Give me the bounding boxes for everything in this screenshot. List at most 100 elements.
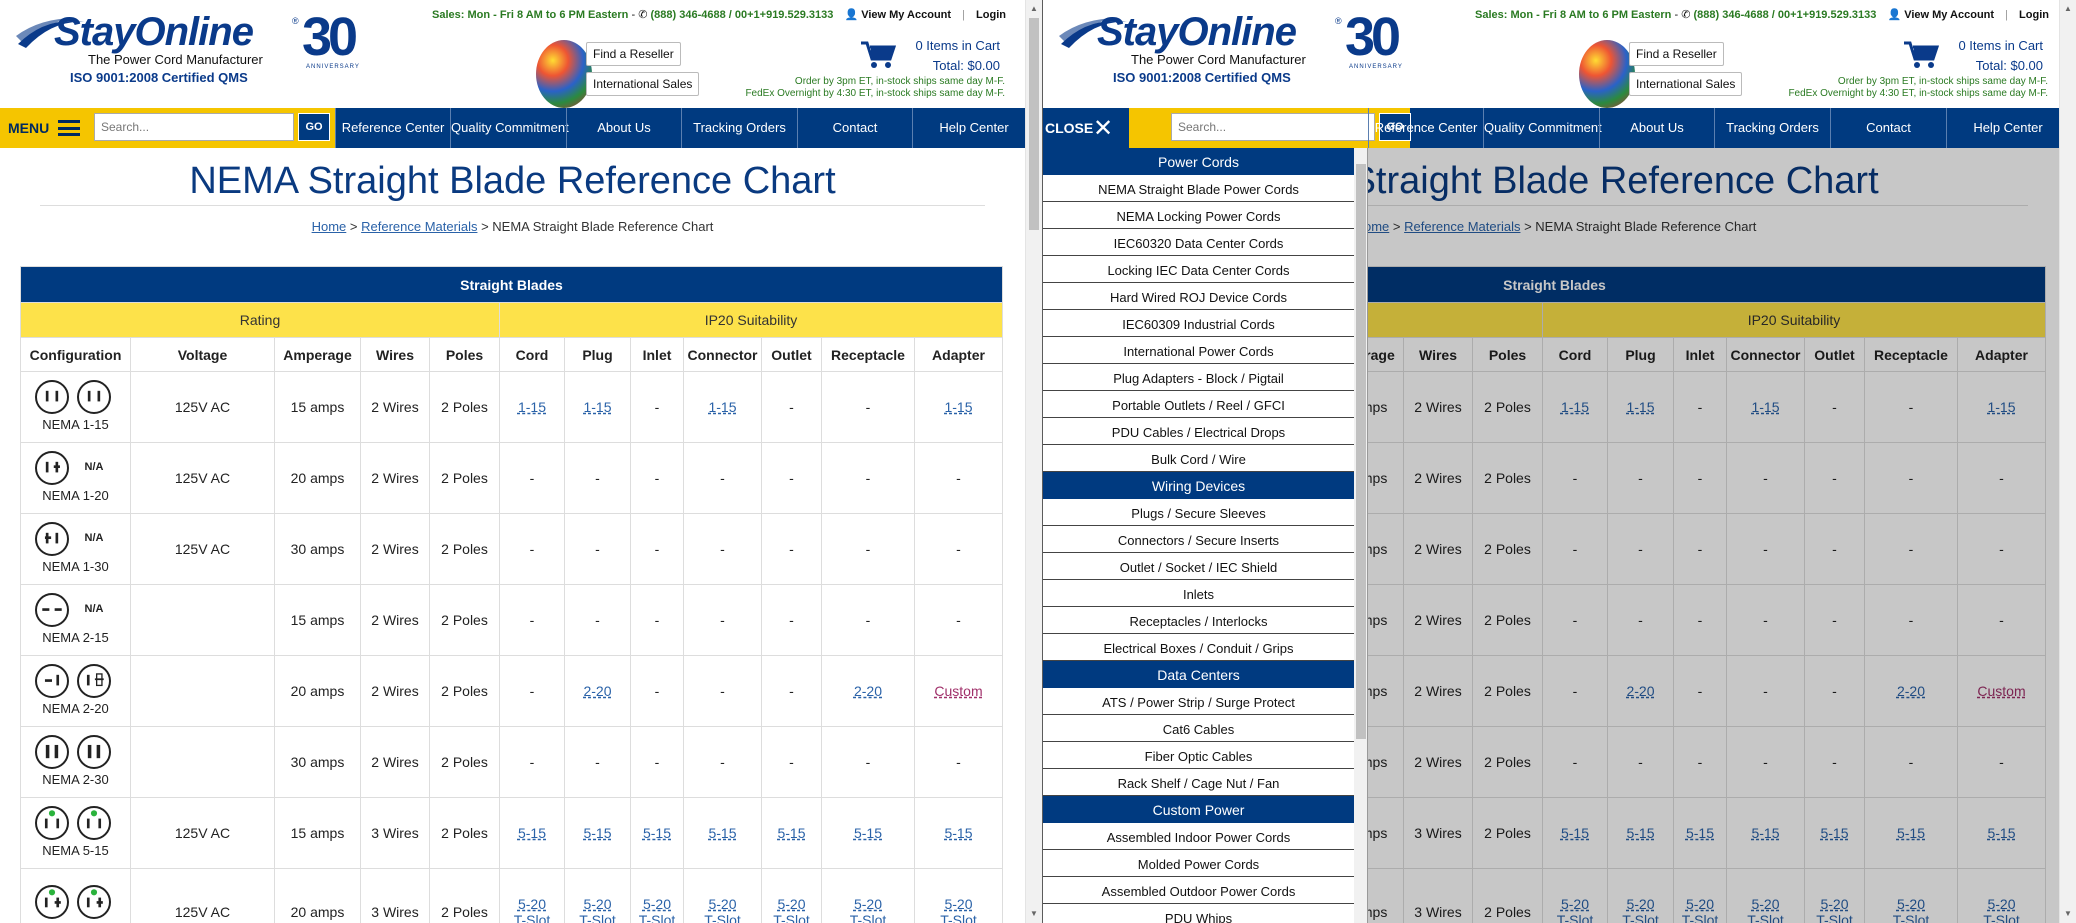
drawer-scrollbar-thumb[interactable]: [1356, 164, 1366, 739]
search-input[interactable]: Search...: [1171, 113, 1375, 141]
adapter-link[interactable]: Custom: [934, 683, 982, 699]
find-reseller-button[interactable]: Find a Reseller: [1629, 42, 1724, 66]
breadcrumb-home[interactable]: Home: [312, 219, 347, 234]
adapter-cell[interactable]: 1-15: [913, 371, 1004, 443]
tslot-link[interactable]: T-Slot: [579, 912, 616, 923]
drawer-menu-item[interactable]: International Power Cords: [1043, 337, 1354, 364]
drawer-menu-item[interactable]: NEMA Locking Power Cords: [1043, 202, 1354, 229]
phone-number[interactable]: (888) 346-4688 / 00+1+919.529.3133: [650, 9, 833, 21]
drawer-menu-item[interactable]: Connectors / Secure Inserts: [1043, 526, 1354, 553]
find-reseller-button[interactable]: Find a Reseller: [586, 42, 681, 66]
scroll-up-arrow[interactable]: ▲: [2064, 4, 2072, 14]
drawer-menu-item[interactable]: Locking IEC Data Center Cords: [1043, 256, 1354, 283]
drawer-section-header[interactable]: Power Cords: [1043, 148, 1354, 175]
plug-link[interactable]: 5-15: [583, 825, 611, 841]
cart-summary[interactable]: 0 Items in Cart Total: $0.00: [1958, 36, 2043, 76]
plug-cell[interactable]: 2-20: [564, 655, 631, 727]
nav-link-quality-commitment[interactable]: Quality Commitment: [450, 108, 569, 148]
inlet-cell[interactable]: 5-15: [630, 797, 684, 869]
nav-link-contact[interactable]: Contact: [1830, 108, 1946, 148]
scroll-down-arrow[interactable]: ▼: [1030, 909, 1038, 919]
outlet-cell[interactable]: 5-15: [761, 797, 822, 869]
inlet-link[interactable]: 5-15: [643, 825, 671, 841]
cord-link[interactable]: 1-15: [518, 399, 546, 415]
nav-link-contact[interactable]: Contact: [797, 108, 912, 148]
adapter-link[interactable]: 5-20: [944, 896, 972, 912]
cord-link[interactable]: 5-15: [518, 825, 546, 841]
phone-number[interactable]: (888) 346-4688 / 00+1+919.529.3133: [1693, 9, 1876, 21]
nav-link-help-center[interactable]: Help Center: [912, 108, 1025, 148]
drawer-section-header[interactable]: Wiring Devices: [1043, 472, 1354, 499]
drawer-scrollbar[interactable]: [1354, 148, 1367, 923]
nav-link-tracking-orders[interactable]: Tracking Orders: [681, 108, 797, 148]
login-link[interactable]: Login: [2019, 9, 2049, 21]
adapter-link[interactable]: 5-15: [944, 825, 972, 841]
cart-summary[interactable]: 0 Items in Cart Total: $0.00: [915, 36, 1000, 76]
tslot-link[interactable]: T-Slot: [704, 912, 741, 923]
international-sales-button[interactable]: International Sales: [586, 72, 700, 96]
nav-link-help-center[interactable]: Help Center: [1946, 108, 2068, 148]
cart-icon[interactable]: [1903, 40, 1939, 70]
nav-link-reference-center[interactable]: Reference Center: [335, 108, 450, 148]
page-scrollbar[interactable]: ▲ ▼: [1025, 0, 1042, 923]
drawer-menu-item[interactable]: ATS / Power Strip / Surge Protect: [1043, 688, 1354, 715]
receptacle-link[interactable]: 5-20: [854, 896, 882, 912]
plug-link[interactable]: 1-15: [583, 399, 611, 415]
adapter-cell[interactable]: 5-15: [913, 797, 1004, 869]
tslot-link[interactable]: T-Slot: [514, 912, 551, 923]
scrollbar-thumb[interactable]: [1029, 18, 1039, 230]
drawer-menu-item[interactable]: Inlets: [1043, 580, 1354, 607]
nav-link-quality-commitment[interactable]: Quality Commitment: [1483, 108, 1602, 148]
drawer-menu-item[interactable]: Bulk Cord / Wire: [1043, 445, 1354, 472]
drawer-section-header[interactable]: Data Centers: [1043, 661, 1354, 688]
tslot-link[interactable]: T-Slot: [850, 912, 887, 923]
drawer-menu-item[interactable]: NEMA Straight Blade Power Cords: [1043, 175, 1354, 202]
drawer-menu-item[interactable]: Assembled Outdoor Power Cords: [1043, 877, 1354, 904]
connector-cell[interactable]: 1-15: [683, 371, 762, 443]
drawer-menu-item[interactable]: Outlet / Socket / IEC Shield: [1043, 553, 1354, 580]
international-sales-button[interactable]: International Sales: [1629, 72, 1743, 96]
breadcrumb-reference[interactable]: Reference Materials: [361, 219, 477, 234]
nav-link-about-us[interactable]: About Us: [566, 108, 681, 148]
drawer-menu-item[interactable]: Assembled Indoor Power Cords: [1043, 823, 1354, 850]
connector-link[interactable]: 5-20: [708, 896, 736, 912]
adapter-cell[interactable]: Custom: [913, 655, 1004, 727]
plug-cell[interactable]: 1-15: [564, 371, 631, 443]
drawer-menu-item[interactable]: PDU Whips: [1043, 904, 1354, 923]
cord-cell[interactable]: 5-20 T-Slot: [499, 868, 565, 923]
receptacle-cell[interactable]: 2-20: [821, 655, 915, 727]
view-account-link[interactable]: View My Account: [861, 9, 951, 21]
drawer-menu-item[interactable]: IEC60309 Industrial Cords: [1043, 310, 1354, 337]
drawer-section-header[interactable]: Custom Power: [1043, 796, 1354, 823]
cord-cell[interactable]: 5-15: [499, 797, 565, 869]
adapter-cell[interactable]: 5-20 T-Slot: [913, 868, 1004, 923]
drawer-menu-item[interactable]: Plug Adapters - Block / Pigtail: [1043, 364, 1354, 391]
drawer-menu-item[interactable]: Plugs / Secure Sleeves: [1043, 499, 1354, 526]
plug-link[interactable]: 2-20: [583, 683, 611, 699]
receptacle-link[interactable]: 2-20: [854, 683, 882, 699]
tslot-link[interactable]: T-Slot: [940, 912, 977, 923]
plug-cell[interactable]: 5-15: [564, 797, 631, 869]
drawer-menu-item[interactable]: Molded Power Cords: [1043, 850, 1354, 877]
drawer-menu-item[interactable]: PDU Cables / Electrical Drops: [1043, 418, 1354, 445]
plug-cell[interactable]: 5-20 T-Slot: [564, 868, 631, 923]
page-scrollbar[interactable]: ▲ ▼: [2059, 0, 2076, 923]
adapter-link[interactable]: 1-15: [944, 399, 972, 415]
drawer-menu-item[interactable]: Fiber Optic Cables: [1043, 742, 1354, 769]
drawer-menu-item[interactable]: Receptacles / Interlocks: [1043, 607, 1354, 634]
search-go-button[interactable]: GO: [298, 113, 330, 141]
outlet-link[interactable]: 5-20: [777, 896, 805, 912]
drawer-menu-item[interactable]: Cat6 Cables: [1043, 715, 1354, 742]
receptacle-cell[interactable]: 5-15: [821, 797, 915, 869]
nav-link-reference-center[interactable]: Reference Center: [1368, 108, 1483, 148]
nav-link-tracking-orders[interactable]: Tracking Orders: [1714, 108, 1830, 148]
drawer-menu-item[interactable]: Rack Shelf / Cage Nut / Fan: [1043, 769, 1354, 796]
drawer-menu-item[interactable]: Hard Wired ROJ Device Cords: [1043, 283, 1354, 310]
scroll-down-arrow[interactable]: ▼: [2064, 909, 2072, 919]
cord-link[interactable]: 5-20: [518, 896, 546, 912]
cord-cell[interactable]: 1-15: [499, 371, 565, 443]
search-input[interactable]: Search...: [94, 113, 294, 141]
connector-cell[interactable]: 5-20 T-Slot: [683, 868, 762, 923]
login-link[interactable]: Login: [976, 9, 1006, 21]
connector-cell[interactable]: 5-15: [683, 797, 762, 869]
